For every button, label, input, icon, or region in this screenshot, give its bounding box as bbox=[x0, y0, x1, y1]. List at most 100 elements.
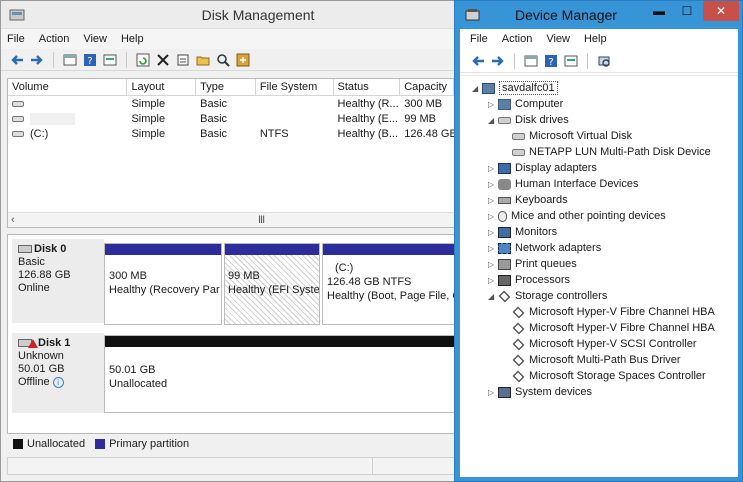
disk-graphical-view[interactable]: Disk 0 Basic 126.88 GB Online 300 MB Hea… bbox=[7, 234, 455, 434]
tree-leaf-virtual-disk[interactable]: Microsoft Virtual Disk bbox=[512, 128, 632, 144]
disk-0-label[interactable]: Disk 0 Basic 126.88 GB Online bbox=[12, 239, 104, 323]
console-tree-icon[interactable] bbox=[62, 52, 78, 68]
device-manager-titlebar[interactable]: Device Manager ▬ ☐ ✕ bbox=[455, 1, 742, 29]
checklist-icon[interactable] bbox=[175, 52, 191, 68]
table-row[interactable]: (C:) Simple Basic NTFS Healthy (B... 126… bbox=[8, 126, 454, 141]
menu-action[interactable]: Action bbox=[39, 33, 70, 45]
expand-arrow-icon[interactable]: ▷ bbox=[488, 228, 498, 237]
back-arrow-icon[interactable] bbox=[470, 53, 486, 69]
tree-node-label: Keyboards bbox=[515, 194, 568, 206]
tree-node-system-devices[interactable]: ▷ System devices bbox=[488, 384, 592, 400]
svg-text:?: ? bbox=[87, 56, 92, 67]
delete-icon[interactable] bbox=[155, 52, 171, 68]
forward-arrow-icon[interactable] bbox=[490, 53, 506, 69]
partition-recovery[interactable]: 300 MB Healthy (Recovery Par bbox=[104, 243, 222, 325]
disk-0-row: Disk 0 Basic 126.88 GB Online 300 MB Hea… bbox=[8, 235, 454, 327]
column-header-file-system[interactable]: File System bbox=[256, 79, 334, 95]
tree-node-storage-controllers[interactable]: ◢ Storage controllers bbox=[488, 288, 607, 304]
expand-arrow-icon[interactable]: ▷ bbox=[488, 276, 498, 285]
scroll-thumb-grip[interactable]: III bbox=[258, 214, 265, 226]
partition-unallocated[interactable]: 50.01 GB Unallocated bbox=[104, 335, 454, 413]
tree-node-print-queues[interactable]: ▷ Print queues bbox=[488, 256, 577, 272]
expand-arrow-icon[interactable]: ▷ bbox=[488, 180, 498, 189]
properties-icon[interactable] bbox=[102, 52, 118, 68]
forward-arrow-icon[interactable] bbox=[29, 52, 45, 68]
column-header-volume[interactable]: Volume bbox=[8, 79, 128, 95]
minimize-button[interactable]: ▬ bbox=[645, 1, 673, 21]
maximize-button[interactable]: ☐ bbox=[673, 1, 701, 21]
refresh-icon[interactable] bbox=[135, 52, 151, 68]
partition-efi[interactable]: 99 MB Healthy (EFI Syste bbox=[224, 243, 320, 325]
toolbar-separator bbox=[514, 52, 515, 69]
volume-capacity: 300 MB bbox=[404, 97, 443, 110]
open-folder-icon[interactable] bbox=[195, 52, 211, 68]
expand-arrow-icon[interactable]: ▷ bbox=[488, 100, 498, 109]
partition-c-drive[interactable]: (C:) 126.48 GB NTFS Healthy (Boot, Page … bbox=[322, 243, 454, 325]
table-row[interactable]: Simple Basic Healthy (E... 99 MB bbox=[8, 111, 454, 126]
properties-icon[interactable] bbox=[563, 53, 579, 69]
device-tree[interactable]: ◢ savdalfc01 ▷ Computer ◢ Disk drives Mi… bbox=[460, 75, 738, 475]
legend-swatch-primary bbox=[95, 439, 106, 449]
tree-node-computer[interactable]: ▷ Computer bbox=[488, 96, 563, 112]
menu-help[interactable]: Help bbox=[121, 33, 144, 45]
tree-leaf-netapp-lun[interactable]: NETAPP LUN Multi-Path Disk Device bbox=[512, 144, 711, 160]
menu-help[interactable]: Help bbox=[584, 33, 607, 45]
tree-leaf-fc-hba-1[interactable]: Microsoft Hyper-V Fibre Channel HBA bbox=[512, 304, 715, 320]
scroll-left-icon[interactable]: ‹ bbox=[11, 214, 15, 226]
volume-status: Healthy (R... bbox=[337, 97, 399, 110]
menu-file[interactable]: File bbox=[7, 33, 25, 45]
tree-node-network-adapters[interactable]: ▷ Network adapters bbox=[488, 240, 601, 256]
tree-node-processors[interactable]: ▷ Processors bbox=[488, 272, 570, 288]
disk-management-titlebar[interactable]: Disk Management bbox=[1, 1, 455, 29]
volume-list[interactable]: Volume Layout Type File System Status Ca… bbox=[7, 78, 455, 228]
tree-leaf-scsi-controller[interactable]: Microsoft Hyper-V SCSI Controller bbox=[512, 336, 697, 352]
back-arrow-icon[interactable] bbox=[9, 52, 25, 68]
expand-arrow-icon[interactable]: ▷ bbox=[488, 244, 498, 253]
expand-arrow-icon[interactable]: ▷ bbox=[488, 260, 498, 269]
tree-node-mice[interactable]: ▷ Mice and other pointing devices bbox=[488, 208, 666, 224]
table-row[interactable]: Simple Basic Healthy (R... 300 MB bbox=[8, 96, 454, 111]
info-icon[interactable]: i bbox=[52, 376, 64, 388]
collapse-arrow-icon[interactable]: ◢ bbox=[472, 84, 482, 93]
search-icon[interactable] bbox=[215, 52, 231, 68]
column-header-status[interactable]: Status bbox=[334, 79, 401, 95]
help-icon[interactable]: ? bbox=[82, 52, 98, 68]
printer-icon bbox=[498, 258, 511, 270]
menu-view[interactable]: View bbox=[83, 33, 107, 45]
unallocated-bar bbox=[105, 336, 454, 347]
tree-node-keyboards[interactable]: ▷ Keyboards bbox=[488, 192, 568, 208]
partition-status: Healthy (EFI Syste bbox=[228, 284, 319, 296]
column-header-capacity[interactable]: Capacity bbox=[400, 79, 454, 95]
tree-node-hid[interactable]: ▷ Human Interface Devices bbox=[488, 176, 639, 192]
disk-1-label[interactable]: Disk 1 Unknown 50.01 GB Offline i bbox=[12, 333, 104, 413]
column-header-type[interactable]: Type bbox=[196, 79, 256, 95]
tree-node-label: Mice and other pointing devices bbox=[511, 210, 666, 222]
horizontal-scrollbar[interactable]: ‹ III bbox=[8, 212, 454, 227]
close-button[interactable]: ✕ bbox=[703, 1, 739, 21]
column-header-layout[interactable]: Layout bbox=[127, 79, 197, 95]
tree-node-monitors[interactable]: ▷ Monitors bbox=[488, 224, 557, 240]
tree-node-display-adapters[interactable]: ▷ Display adapters bbox=[488, 160, 597, 176]
tree-leaf-storage-spaces[interactable]: Microsoft Storage Spaces Controller bbox=[512, 368, 706, 384]
toolbar: ? bbox=[460, 49, 738, 73]
collapse-arrow-icon[interactable]: ◢ bbox=[488, 292, 498, 301]
expand-arrow-icon[interactable]: ▷ bbox=[488, 388, 498, 397]
tree-leaf-fc-hba-2[interactable]: Microsoft Hyper-V Fibre Channel HBA bbox=[512, 320, 715, 336]
collapse-arrow-icon[interactable]: ◢ bbox=[488, 116, 498, 125]
menu-view[interactable]: View bbox=[546, 33, 570, 45]
tree-root-node[interactable]: ◢ savdalfc01 bbox=[472, 80, 558, 96]
expand-arrow-icon[interactable]: ▷ bbox=[488, 212, 498, 221]
expand-arrow-icon[interactable]: ▷ bbox=[488, 196, 498, 205]
tree-leaf-multipath-bus[interactable]: Microsoft Multi-Path Bus Driver bbox=[512, 352, 681, 368]
volume-layout: Simple bbox=[131, 97, 166, 110]
volume-list-header: Volume Layout Type File System Status Ca… bbox=[8, 79, 454, 96]
settings-icon[interactable] bbox=[235, 52, 251, 68]
help-icon[interactable]: ? bbox=[543, 53, 559, 69]
tree-node-label: Microsoft Multi-Path Bus Driver bbox=[529, 354, 681, 366]
console-tree-icon[interactable] bbox=[523, 53, 539, 69]
menu-action[interactable]: Action bbox=[502, 33, 533, 45]
scan-hardware-icon[interactable] bbox=[596, 53, 612, 69]
tree-node-disk-drives[interactable]: ◢ Disk drives bbox=[488, 112, 569, 128]
expand-arrow-icon[interactable]: ▷ bbox=[488, 164, 498, 173]
menu-file[interactable]: File bbox=[470, 33, 488, 45]
